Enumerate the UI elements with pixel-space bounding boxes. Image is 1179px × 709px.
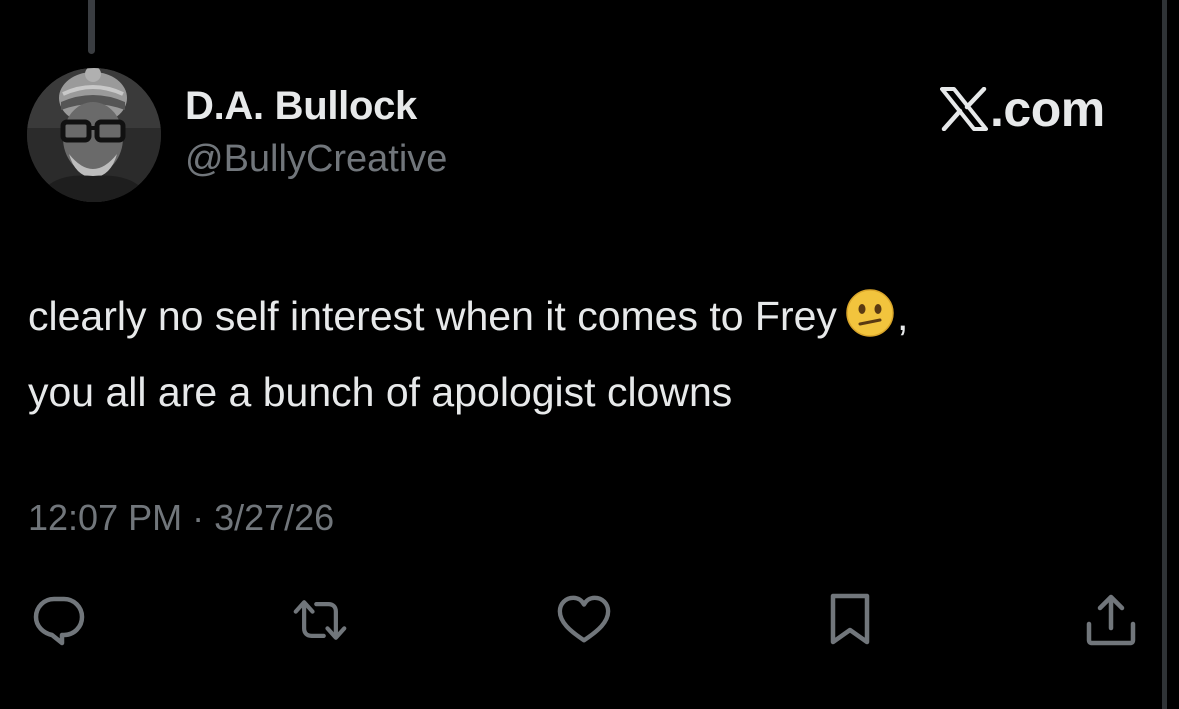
share-button[interactable] [1083,592,1139,648]
bookmark-button[interactable] [822,592,878,648]
heart-icon [557,595,611,643]
tweet-timestamp[interactable]: 12:07 PM · 3/27/26 [28,497,334,539]
confused-face-emoji [845,288,895,358]
thread-connector-line [88,0,95,54]
reply-icon [33,596,85,646]
tweet-line-1-text: clearly no self interest when it comes t… [28,293,837,339]
tweet-text: clearly no self interest when it comes t… [28,282,1138,426]
user-handle[interactable]: @BullyCreative [185,138,447,181]
tweet-line-1-trailing: , [896,293,909,339]
avatar[interactable] [27,68,161,202]
bookmark-icon [830,593,870,645]
share-icon [1086,594,1136,646]
tweet-line-2: you all are a bunch of apologist clowns [28,369,733,415]
tweet-line-1: clearly no self interest when it comes t… [28,282,1138,358]
x-logo-icon [940,87,988,131]
like-button[interactable] [556,592,612,648]
column-divider [1162,0,1167,709]
x-com-brand: .com [940,80,1105,138]
display-name[interactable]: D.A. Bullock [185,84,417,129]
avatar-photo [27,68,161,202]
repost-icon [293,600,347,640]
repost-button[interactable] [292,592,348,648]
reply-button[interactable] [31,592,87,648]
brand-domain-text: .com [990,81,1105,137]
